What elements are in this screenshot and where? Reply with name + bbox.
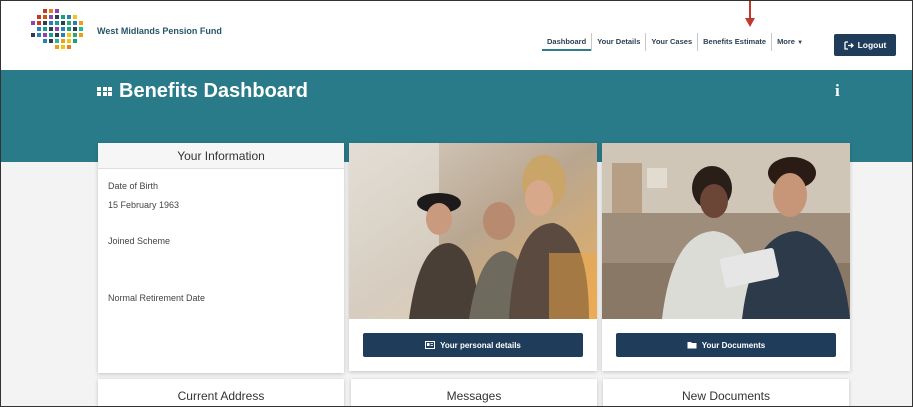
nav-your-cases[interactable]: Your Cases xyxy=(645,33,697,51)
logout-button[interactable]: Logout xyxy=(834,34,896,56)
page-frame: West Midlands Pension Fund Dashboard You… xyxy=(0,0,913,407)
dob-value: 15 February 1963 xyxy=(108,200,180,210)
current-address-card: Current Address xyxy=(98,379,344,406)
nav-benefits-estimate[interactable]: Benefits Estimate xyxy=(697,33,771,51)
nav-your-details[interactable]: Your Details xyxy=(591,33,645,51)
page-title: Benefits Dashboard xyxy=(97,80,308,103)
caret-down-icon: ▼ xyxy=(797,40,804,46)
your-documents-button[interactable]: Your Documents xyxy=(616,333,836,357)
nav-dashboard[interactable]: Dashboard xyxy=(542,33,592,51)
retirement-date-label: Normal Retirement Date xyxy=(108,293,206,303)
dob-label: Date of Birth xyxy=(108,181,159,191)
current-address-title: Current Address xyxy=(177,389,265,403)
your-personal-details-label: Your personal details xyxy=(440,340,521,350)
grid-icon xyxy=(97,86,112,97)
documents-card: Your Documents xyxy=(602,143,850,371)
logout-icon xyxy=(843,40,854,50)
logout-label: Logout xyxy=(857,40,887,50)
your-documents-label: Your Documents xyxy=(701,340,766,350)
your-information-card: Your Information Date of Birth 15 Februa… xyxy=(98,143,344,373)
your-information-title: Your Information xyxy=(98,143,344,169)
folder-icon xyxy=(687,342,697,349)
info-icon[interactable]: i xyxy=(835,81,840,101)
top-header: West Midlands Pension Fund Dashboard You… xyxy=(1,1,912,70)
main-nav: Dashboard Your Details Your Cases Benefi… xyxy=(542,33,808,51)
personal-details-card: Your personal details xyxy=(349,143,597,371)
messages-card: Messages xyxy=(351,379,597,406)
your-personal-details-button[interactable]: Your personal details xyxy=(363,333,583,357)
nav-more[interactable]: More ▼ xyxy=(771,33,808,51)
people-tablet-photo-image xyxy=(602,143,850,319)
id-card-icon xyxy=(425,341,436,349)
messages-title: Messages xyxy=(446,389,502,403)
page-title-text: Benefits Dashboard xyxy=(119,80,308,102)
wmpf-logo[interactable] xyxy=(31,7,101,63)
joined-scheme-label: Joined Scheme xyxy=(108,236,171,246)
brand-name: West Midlands Pension Fund xyxy=(97,26,222,36)
people-photo-image xyxy=(349,143,597,319)
new-documents-card: New Documents xyxy=(603,379,849,406)
new-documents-title: New Documents xyxy=(681,389,771,403)
nav-more-label: More xyxy=(777,37,795,46)
annotation-arrow-icon xyxy=(745,1,755,27)
